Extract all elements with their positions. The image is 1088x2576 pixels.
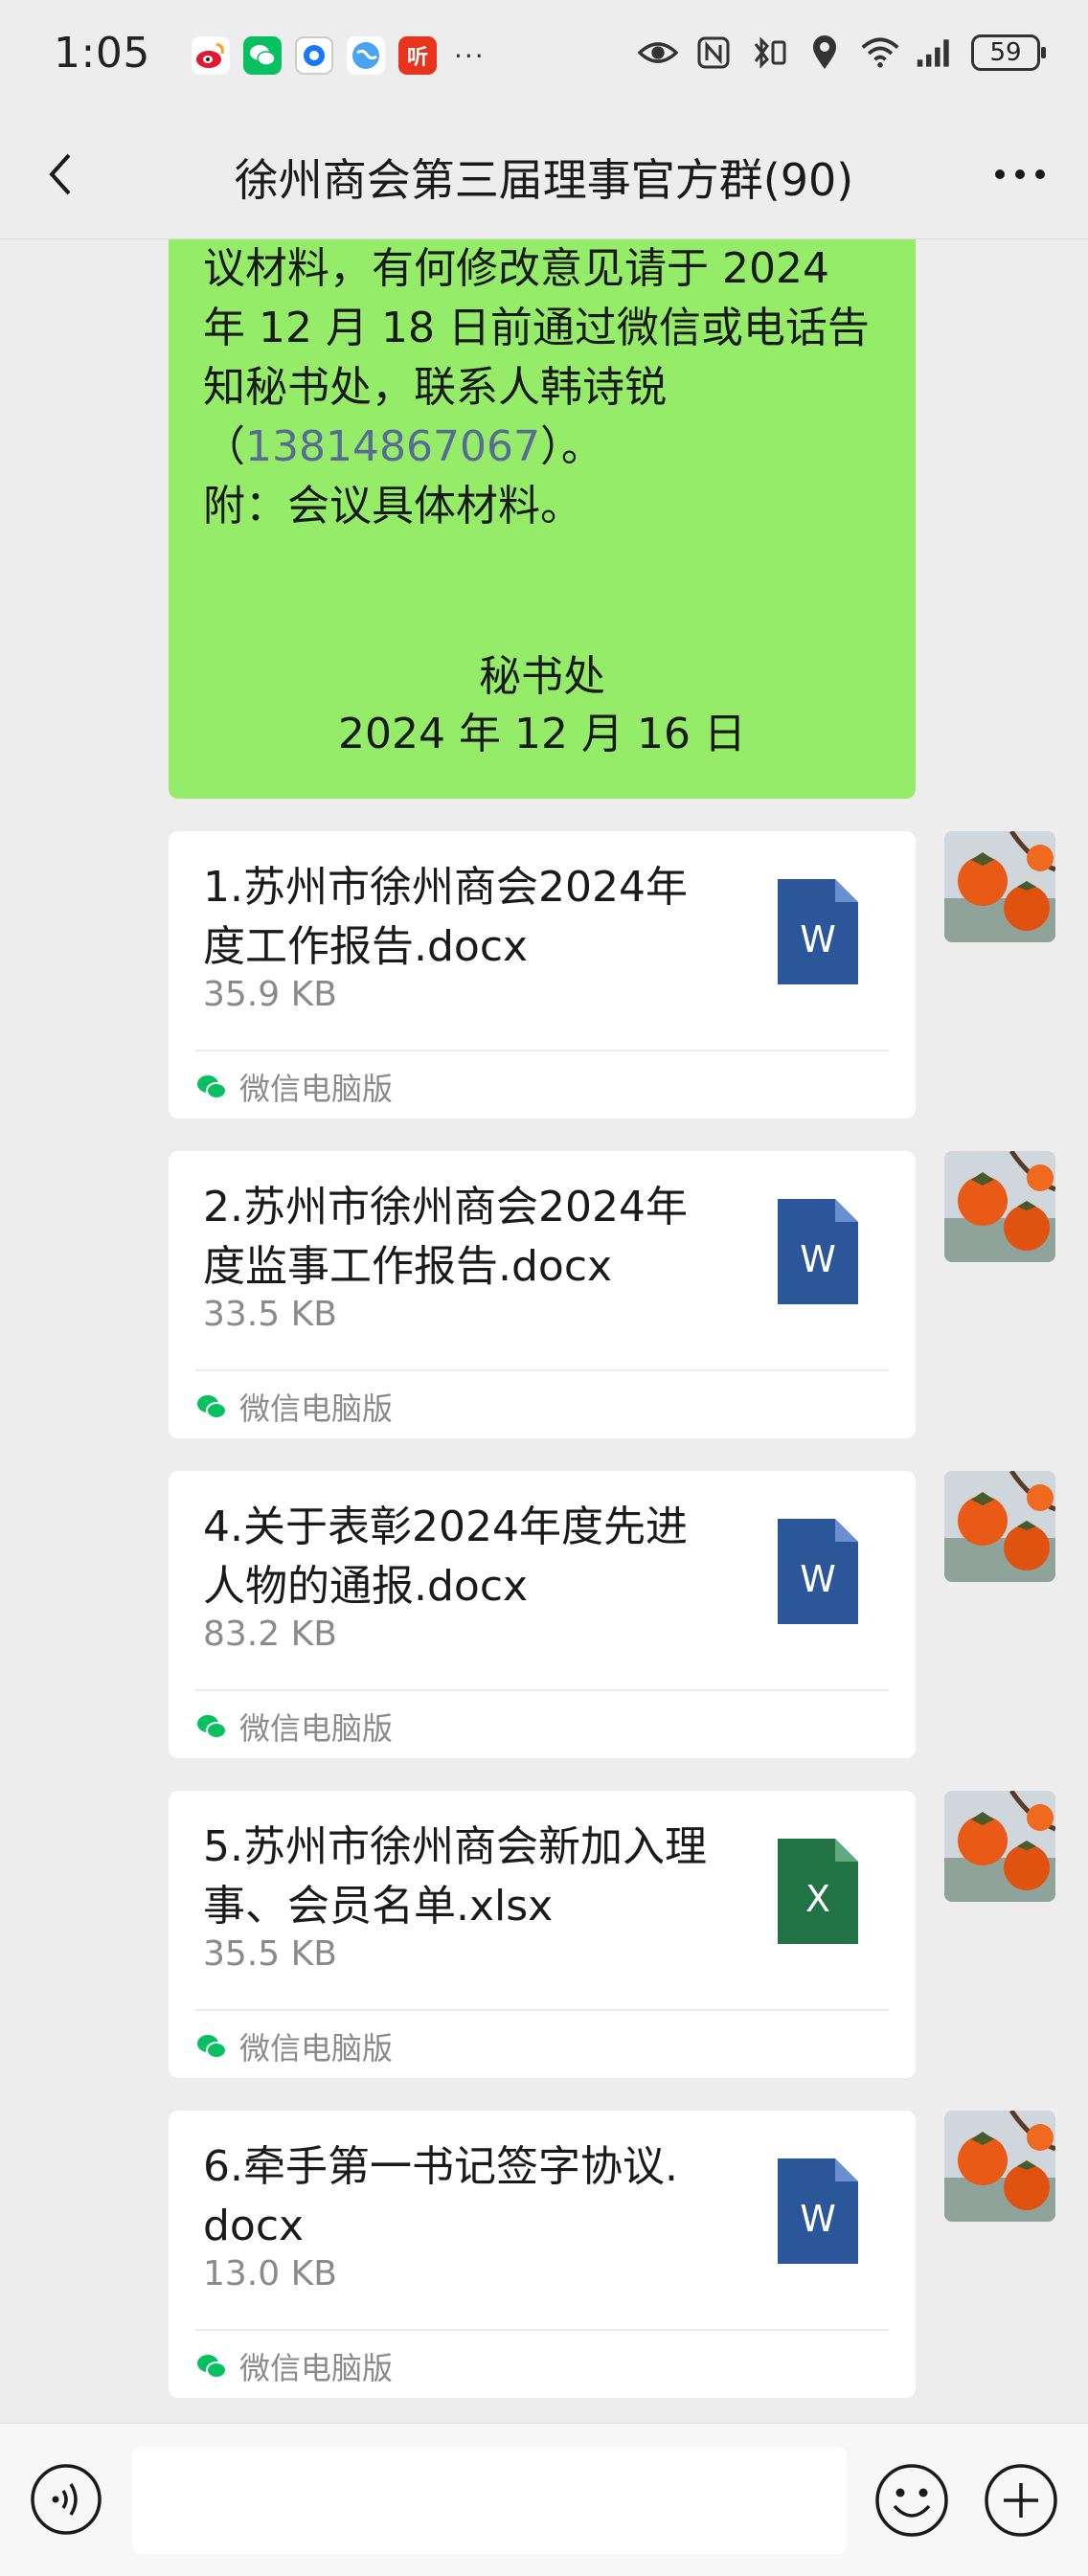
more-dots-icon bbox=[995, 169, 1045, 179]
sender-avatar[interactable] bbox=[944, 1791, 1055, 1902]
chat-title: 徐州商会第三届理事官方群(90) bbox=[234, 154, 854, 206]
file-size: 83.2 KB bbox=[203, 1615, 337, 1654]
wechat-small-icon bbox=[197, 2355, 227, 2379]
persimmon-avatar-icon bbox=[944, 1151, 1055, 1262]
signal-icon bbox=[916, 33, 956, 73]
more-notifications-icon: ··· bbox=[454, 39, 486, 72]
wechat-icon bbox=[243, 36, 282, 75]
emoji-button[interactable] bbox=[873, 2462, 950, 2539]
file-message-card[interactable]: 5.苏州市徐州商会新加入理 事、会员名单.xlsx 35.5 KB X 微信电脑版 bbox=[169, 1791, 916, 2078]
status-time: 1:05 bbox=[54, 29, 150, 78]
persimmon-avatar-icon bbox=[944, 831, 1055, 942]
file-message-card[interactable]: 2.苏州市徐州商会2024年 度监事工作报告.docx 33.5 KB W 微信电… bbox=[169, 1151, 916, 1438]
emoji-icon bbox=[875, 2464, 948, 2537]
wifi-icon bbox=[860, 33, 900, 73]
svg-text:W: W bbox=[800, 2198, 836, 2240]
sender-avatar[interactable] bbox=[944, 2111, 1055, 2222]
file-message-card[interactable]: 1.苏州市徐州商会2024年 度工作报告.docx 35.9 KB W 微信电脑版 bbox=[169, 831, 916, 1119]
message-date: 2024 年 12 月 16 日 bbox=[338, 710, 746, 758]
message-input-bar bbox=[0, 2423, 1088, 2576]
file-source: 微信电脑版 bbox=[195, 2024, 393, 2068]
file-message-card[interactable]: 6.牵手第一书记签字协议. docx 13.0 KB W 微信电脑版 bbox=[169, 2111, 916, 2398]
sender-avatar[interactable] bbox=[944, 1151, 1055, 1262]
file-name: 6.牵手第一书记签字协议. docx bbox=[203, 2142, 678, 2250]
persimmon-avatar-icon bbox=[944, 1791, 1055, 1902]
svg-text:W: W bbox=[800, 1558, 836, 1600]
voice-button[interactable] bbox=[29, 2462, 103, 2537]
status-bar: 1:05 听 ··· 59 bbox=[0, 0, 1088, 111]
plus-icon bbox=[985, 2464, 1057, 2537]
bluetooth-vibrate-icon bbox=[749, 33, 789, 73]
file-source: 微信电脑版 bbox=[195, 1705, 393, 1749]
weibo-icon bbox=[192, 36, 230, 75]
eye-icon bbox=[638, 33, 678, 73]
voice-icon bbox=[31, 2464, 102, 2535]
more-options-button[interactable] bbox=[986, 146, 1054, 203]
svg-text:X: X bbox=[805, 1878, 830, 1920]
file-size: 35.5 KB bbox=[203, 1934, 337, 1974]
divider bbox=[195, 1369, 889, 1371]
persimmon-avatar-icon bbox=[944, 2111, 1055, 2222]
persimmon-avatar-icon bbox=[944, 1471, 1055, 1582]
file-name: 4.关于表彰2024年度先进 人物的通报.docx bbox=[203, 1503, 688, 1611]
message-line: 年 12 月 18 日前通过微信或电话告 bbox=[203, 304, 870, 352]
excel-file-icon: X bbox=[778, 1839, 858, 1944]
file-size: 35.9 KB bbox=[203, 975, 337, 1014]
file-size: 13.0 KB bbox=[203, 2254, 337, 2294]
wechat-small-icon bbox=[197, 1075, 227, 1099]
file-source: 微信电脑版 bbox=[195, 1385, 393, 1429]
wechat-small-icon bbox=[197, 1715, 227, 1739]
listen-icon: 听 bbox=[398, 36, 437, 75]
sender-avatar[interactable] bbox=[944, 1471, 1055, 1582]
message-line: 议材料，有何修改意见请于 2024 bbox=[203, 244, 829, 293]
more-actions-button[interactable] bbox=[983, 2462, 1059, 2539]
phone-link[interactable]: 13814867067 bbox=[245, 422, 540, 471]
message-signer: 秘书处 bbox=[479, 652, 605, 701]
text-message-bubble[interactable]: 议材料，有何修改意见请于 2024 年 12 月 18 日前通过微信或电话告 知… bbox=[169, 239, 916, 799]
wechat-small-icon bbox=[197, 1395, 227, 1419]
wechat-small-icon bbox=[197, 2035, 227, 2059]
file-size: 33.5 KB bbox=[203, 1295, 337, 1334]
status-app-icons: 听 ··· bbox=[192, 36, 486, 75]
file-source: 微信电脑版 bbox=[195, 2344, 393, 2388]
word-file-icon: W bbox=[778, 1199, 858, 1304]
word-file-icon: W bbox=[778, 1519, 858, 1624]
file-name: 1.苏州市徐州商会2024年 度工作报告.docx bbox=[203, 863, 688, 971]
svg-text:W: W bbox=[800, 918, 836, 960]
status-system-icons: 59 bbox=[638, 33, 1046, 73]
divider bbox=[195, 2009, 889, 2011]
chat-message-list[interactable]: 议材料，有何修改意见请于 2024 年 12 月 18 日前通过微信或电话告 知… bbox=[0, 239, 1088, 2423]
word-file-icon: W bbox=[778, 879, 858, 984]
chat-header: 徐州商会第三届理事官方群(90) bbox=[0, 111, 1088, 239]
browser-icon bbox=[295, 36, 333, 75]
file-name: 5.苏州市徐州商会新加入理 事、会员名单.xlsx bbox=[203, 1822, 707, 1931]
svg-text:W: W bbox=[800, 1238, 836, 1280]
battery-indicator: 59 bbox=[971, 34, 1046, 71]
file-message-card[interactable]: 4.关于表彰2024年度先进 人物的通报.docx 83.2 KB W 微信电脑版 bbox=[169, 1471, 916, 1758]
divider bbox=[195, 2329, 889, 2331]
file-name: 2.苏州市徐州商会2024年 度监事工作报告.docx bbox=[203, 1183, 688, 1291]
nfc-icon bbox=[693, 33, 734, 73]
message-line: 知秘书处，联系人韩诗锐 bbox=[203, 363, 667, 412]
globe-icon bbox=[347, 36, 385, 75]
message-input[interactable] bbox=[132, 2447, 847, 2554]
file-source: 微信电脑版 bbox=[195, 1065, 393, 1109]
location-icon bbox=[805, 33, 845, 73]
divider bbox=[195, 1689, 889, 1691]
divider bbox=[195, 1050, 889, 1051]
message-attachment-note: 附：会议具体材料。 bbox=[203, 482, 582, 531]
word-file-icon: W bbox=[778, 2158, 858, 2264]
sender-avatar[interactable] bbox=[944, 831, 1055, 942]
message-line-phone: （13814867067）。 bbox=[203, 422, 603, 471]
